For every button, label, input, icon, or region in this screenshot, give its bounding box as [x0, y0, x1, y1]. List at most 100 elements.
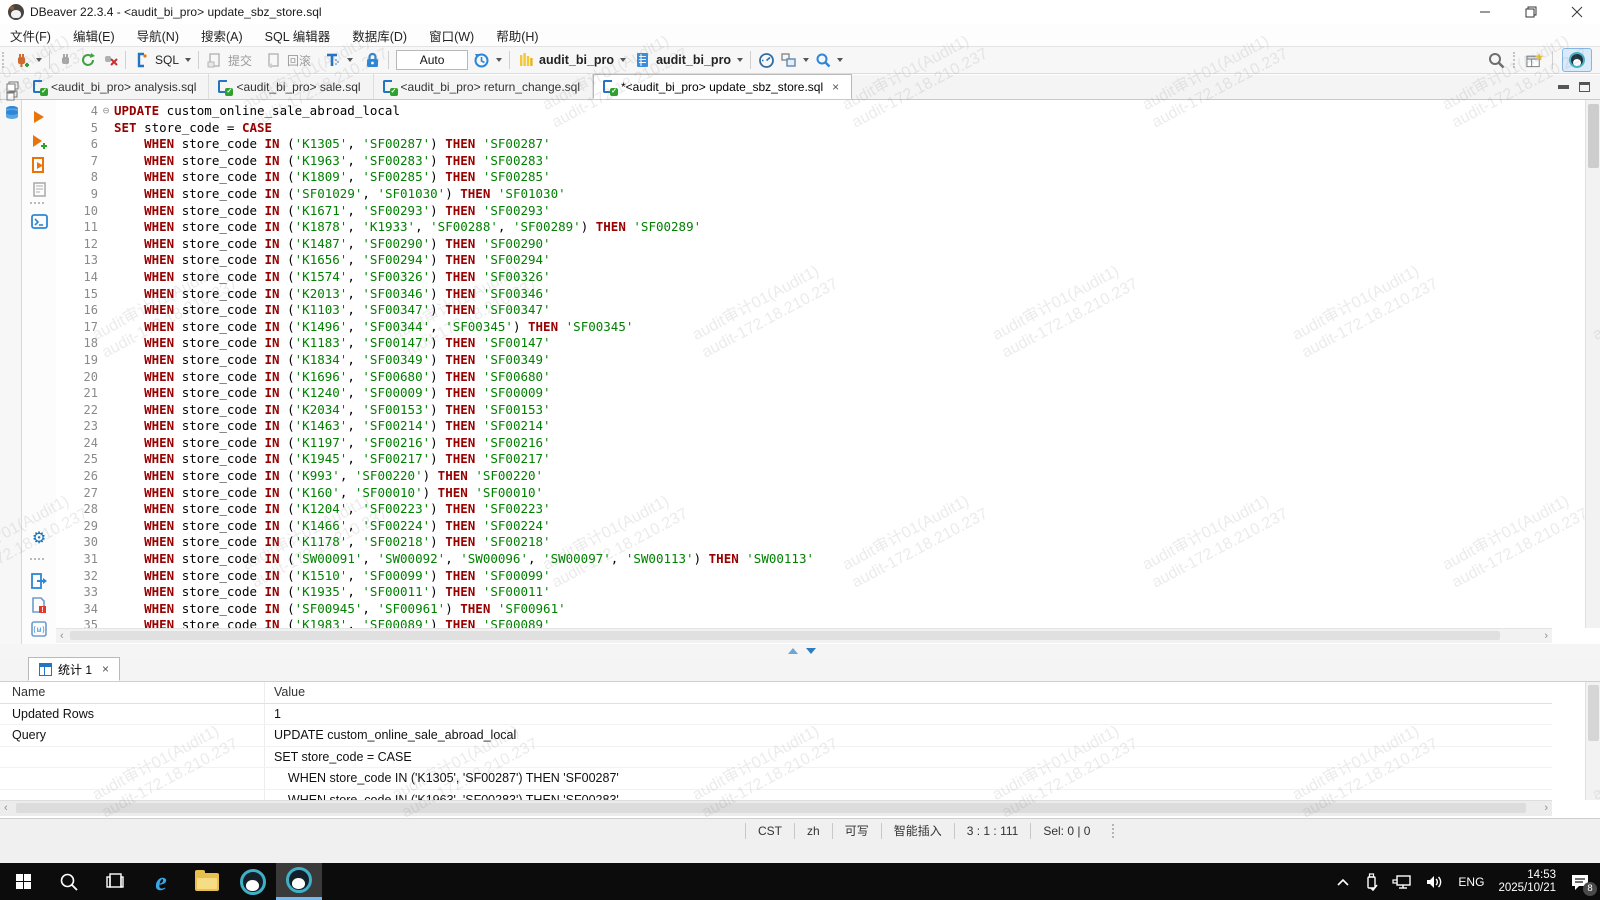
reconnect-icon[interactable] [79, 52, 96, 69]
dbeaver-perspective-button[interactable] [1562, 48, 1592, 72]
code-line[interactable]: 20 WHEN store_code IN ('K1696', 'SF00680… [56, 369, 1552, 386]
menu-item[interactable]: 导航(N) [137, 26, 179, 45]
compare-icon[interactable] [780, 52, 797, 69]
usb-icon[interactable] [1364, 873, 1378, 891]
code-line[interactable]: 34 WHEN store_code IN ('SF00945', 'SF009… [56, 601, 1552, 618]
rollback-button[interactable]: 回滚 [287, 52, 311, 69]
start-button[interactable] [0, 863, 46, 900]
code-line[interactable]: 10 WHEN store_code IN ('K1671', 'SF00293… [56, 203, 1552, 220]
minimize-button[interactable] [1462, 0, 1508, 24]
file-explorer-button[interactable] [184, 863, 230, 900]
code-line[interactable]: 23 WHEN store_code IN ('K1463', 'SF00214… [56, 418, 1552, 435]
connection-selector[interactable]: audit_bi_pro [539, 53, 614, 67]
tab-close-icon[interactable]: × [832, 80, 839, 94]
scrollbar-thumb[interactable] [70, 631, 1500, 640]
code-line[interactable]: 26 WHEN store_code IN ('K993', 'SF00220'… [56, 468, 1552, 485]
statistics-tab[interactable]: 统计 1 × [28, 657, 120, 681]
sql-editor-label[interactable]: SQL [155, 53, 179, 67]
settings-gear-icon[interactable]: ⚙ [30, 530, 48, 548]
code-line[interactable]: 18 WHEN store_code IN ('K1183', 'SF00147… [56, 335, 1552, 352]
scroll-left-arrow[interactable]: ‹ [4, 803, 8, 814]
editor-vertical-scrollbar[interactable] [1585, 100, 1600, 628]
stats-row[interactable]: WHEN store_code IN ('K1305', 'SF00287') … [0, 768, 1552, 790]
scrollbar-thumb[interactable] [1588, 104, 1599, 168]
scroll-right-arrow[interactable]: › [1544, 803, 1548, 814]
menu-item[interactable]: SQL 编辑器 [265, 26, 331, 45]
speaker-icon[interactable] [1426, 874, 1444, 890]
execute-statement-icon[interactable] [30, 108, 48, 126]
rollback-icon[interactable] [265, 52, 282, 69]
menu-item[interactable]: 帮助(H) [496, 26, 538, 45]
commit-button[interactable]: 提交 [228, 52, 252, 69]
export-result-icon[interactable] [30, 572, 48, 590]
editor-tab-active[interactable]: ✓*<audit_bi_pro> update_sbz_store.sql× [593, 74, 852, 99]
tray-chevron-icon[interactable] [1336, 877, 1350, 887]
menu-item[interactable]: 文件(F) [10, 26, 51, 45]
search-icon[interactable] [1488, 52, 1505, 69]
code-line[interactable]: 33 WHEN store_code IN ('K1935', 'SF00011… [56, 584, 1552, 601]
code-line[interactable]: 32 WHEN store_code IN ('K1510', 'SF00099… [56, 568, 1552, 585]
lock-icon[interactable] [364, 52, 381, 69]
network-icon[interactable] [1392, 874, 1412, 890]
compare-dropdown[interactable] [803, 58, 809, 62]
database-navigator-icon[interactable] [3, 104, 21, 122]
sash-toggle-arrows[interactable] [788, 648, 816, 654]
stats-row[interactable]: WHEN store_code IN ('K1963', 'SF00283') … [0, 790, 1552, 801]
dbeaver-taskbar-button[interactable] [230, 863, 276, 900]
minimize-editor-icon[interactable] [1558, 85, 1569, 89]
code-line[interactable]: 11 WHEN store_code IN ('K1878', 'K1933',… [56, 219, 1552, 236]
menu-item[interactable]: 窗口(W) [429, 26, 474, 45]
task-view-button[interactable] [92, 863, 138, 900]
sql-editor[interactable]: 4⊖UPDATE custom_online_sale_abroad_local… [56, 100, 1552, 628]
commit-icon[interactable] [206, 52, 223, 69]
code-line[interactable]: 7 WHEN store_code IN ('K1963', 'SF00283'… [56, 153, 1552, 170]
menu-item[interactable]: 数据库(D) [352, 26, 407, 45]
code-line[interactable]: 25 WHEN store_code IN ('K1945', 'SF00217… [56, 451, 1552, 468]
schema-selector[interactable]: audit_bi_pro [656, 53, 731, 67]
code-line[interactable]: 21 WHEN store_code IN ('K1240', 'SF00009… [56, 385, 1552, 402]
code-line[interactable]: 29 WHEN store_code IN ('K1466', 'SF00224… [56, 518, 1552, 535]
taskbar-clock[interactable]: 14:532025/10/21 [1498, 869, 1556, 895]
code-line[interactable]: 16 WHEN store_code IN ('K1103', 'SF00347… [56, 302, 1552, 319]
sql-editor-icon[interactable] [133, 52, 150, 69]
code-line[interactable]: 24 WHEN store_code IN ('K1197', 'SF00216… [56, 435, 1552, 452]
editor-tab[interactable]: ✓<audit_bi_pro> analysis.sql [24, 74, 209, 99]
new-connection-dropdown[interactable] [36, 58, 42, 62]
stats-row[interactable]: QueryUPDATE custom_online_sale_abroad_lo… [0, 725, 1552, 747]
code-line[interactable]: 30 WHEN store_code IN ('K1178', 'SF00218… [56, 534, 1552, 551]
validate-script-icon[interactable]: ! [30, 596, 48, 614]
maximize-editor-icon[interactable] [1579, 82, 1590, 92]
sql-editor-dropdown[interactable] [185, 58, 191, 62]
action-center-button[interactable]: 8 [1570, 873, 1590, 891]
code-line[interactable]: 31 WHEN store_code IN ('SW00091', 'SW000… [56, 551, 1552, 568]
data-search-icon[interactable] [814, 52, 831, 69]
execute-script-icon[interactable] [30, 156, 48, 174]
code-line[interactable]: 35 WHEN store_code IN ('K1983', 'SF00089… [56, 617, 1552, 628]
transaction-history-icon[interactable] [473, 52, 490, 69]
code-line[interactable]: 6 WHEN store_code IN ('K1305', 'SF00287'… [56, 136, 1552, 153]
script-variables-icon[interactable]: (ω) [30, 620, 48, 638]
close-button[interactable] [1554, 0, 1600, 24]
code-line[interactable]: 27 WHEN store_code IN ('K160', 'SF00010'… [56, 485, 1552, 502]
statistics-tab-close-icon[interactable]: × [102, 662, 109, 676]
commit-mode-combo[interactable]: Auto [396, 50, 468, 70]
code-line[interactable]: 5SET store_code = CASE [56, 120, 1552, 137]
menu-item[interactable]: 搜索(A) [201, 26, 243, 45]
open-perspective-icon[interactable] [1526, 52, 1543, 69]
editor-tab[interactable]: ✓<audit_bi_pro> return_change.sql [374, 74, 593, 99]
code-line[interactable]: 15 WHEN store_code IN ('K2013', 'SF00346… [56, 286, 1552, 303]
explain-plan-icon[interactable] [30, 180, 48, 198]
history-dropdown[interactable] [496, 58, 502, 62]
statistics-table[interactable]: NameValueUpdated Rows1QueryUPDATE custom… [0, 682, 1552, 800]
new-connection-icon[interactable] [13, 52, 30, 69]
scrollbar-thumb[interactable] [1588, 685, 1599, 741]
disconnect-icon[interactable] [101, 52, 118, 69]
connection-dropdown[interactable] [620, 58, 626, 62]
code-line[interactable]: 28 WHEN store_code IN ('K1204', 'SF00223… [56, 501, 1552, 518]
scroll-left-arrow[interactable]: ‹ [60, 631, 64, 642]
scrollbar-thumb[interactable] [16, 803, 1526, 813]
output-console-icon[interactable] [30, 212, 48, 230]
code-line[interactable]: 9 WHEN store_code IN ('SF01029', 'SF0103… [56, 186, 1552, 203]
execute-new-tab-icon[interactable] [30, 132, 48, 150]
transaction-log-icon[interactable] [324, 52, 341, 69]
